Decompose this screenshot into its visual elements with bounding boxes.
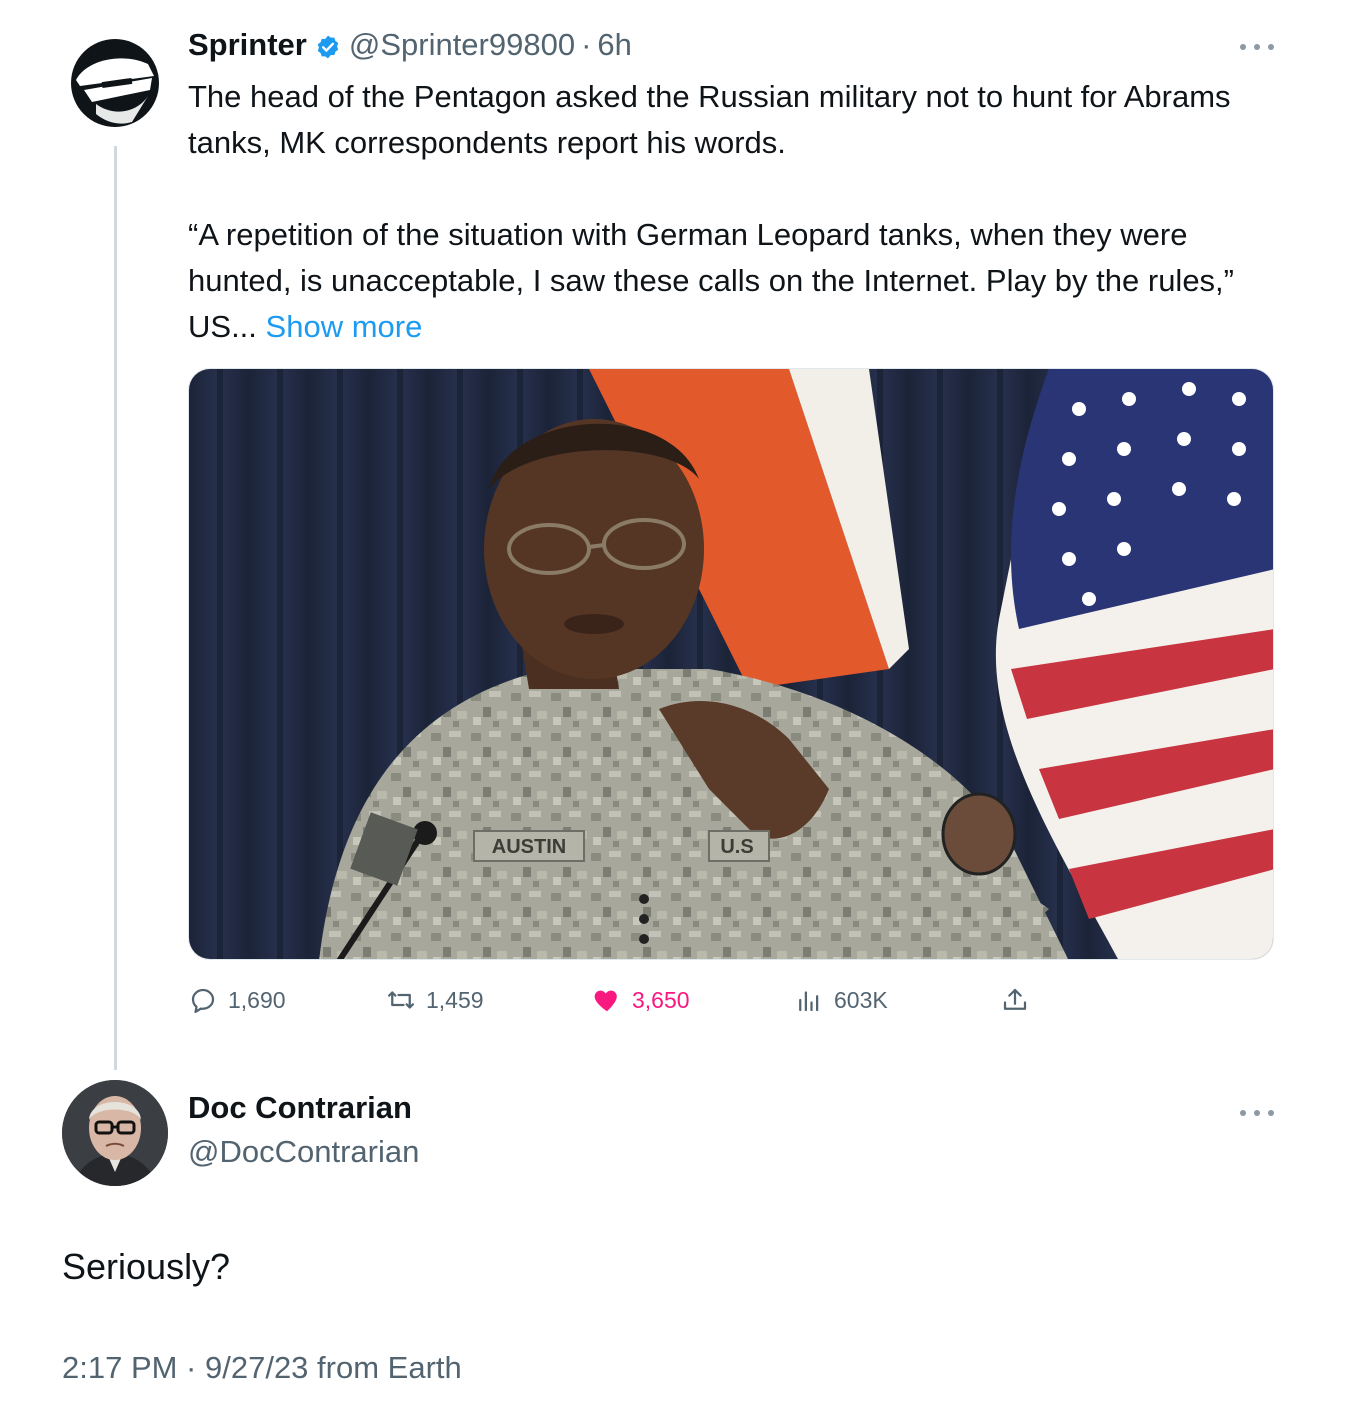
reply-timestamp[interactable]: 2:17 PM · 9/27/23 from Earth [62,1350,462,1386]
verified-badge-icon [315,32,341,59]
share-icon [1003,988,1027,1010]
reply-text: Seriously? [62,1246,231,1287]
heart-filled-icon [594,990,617,1012]
ninja-logo-icon [62,30,168,136]
retweet-icon [388,991,414,1009]
retweet-count: 1,459 [426,986,484,1013]
reply-more-options-icon[interactable] [1240,1108,1274,1118]
thread-connector-line [114,146,117,1070]
tweet-time[interactable]: 6h [597,27,631,63]
tweet-media-photo[interactable]: AUSTIN U.S [188,368,1274,960]
tweet-text: The head of the Pentagon asked the Russi… [188,74,1278,350]
reply-author-name[interactable]: Doc Contrarian [188,1090,412,1126]
author-name[interactable]: Sprinter [188,27,307,63]
retweet-button[interactable]: 1,459 [386,980,484,1020]
views-count: 603K [834,986,888,1013]
reply-icon [191,988,215,1013]
press-conference-photo: AUSTIN U.S [189,369,1273,959]
reply-author-handle[interactable]: @DocContrarian [188,1134,419,1170]
profile-photo [62,1080,168,1186]
tweet-header: Sprinter @Sprinter99800 · 6h [188,24,632,66]
uniform-us-tape: U.S [720,836,753,858]
more-options-icon[interactable] [1240,42,1274,52]
sprinter-avatar[interactable] [62,30,168,136]
share-button[interactable] [1000,980,1040,1020]
tweet-paragraph-2: “A repetition of the situation with Germ… [188,212,1278,350]
header-separator: · [581,27,592,62]
like-count: 3,650 [632,986,690,1013]
uniform-name-tape: AUSTIN [492,836,566,858]
tweet-paragraph-1: The head of the Pentagon asked the Russi… [188,79,1231,160]
reply-button[interactable]: 1,690 [188,980,286,1020]
views-button[interactable]: 603K [794,980,888,1020]
tweet-action-bar: 1,690 1,459 3,650 603K [188,980,1068,1020]
reply-count: 1,690 [228,986,286,1013]
show-more-link[interactable]: Show more [266,309,423,344]
analytics-icon [799,991,819,1012]
author-handle[interactable]: @Sprinter99800 [349,27,575,63]
like-button[interactable]: 3,650 [592,980,690,1020]
doc-contrarian-avatar[interactable] [62,1080,168,1186]
